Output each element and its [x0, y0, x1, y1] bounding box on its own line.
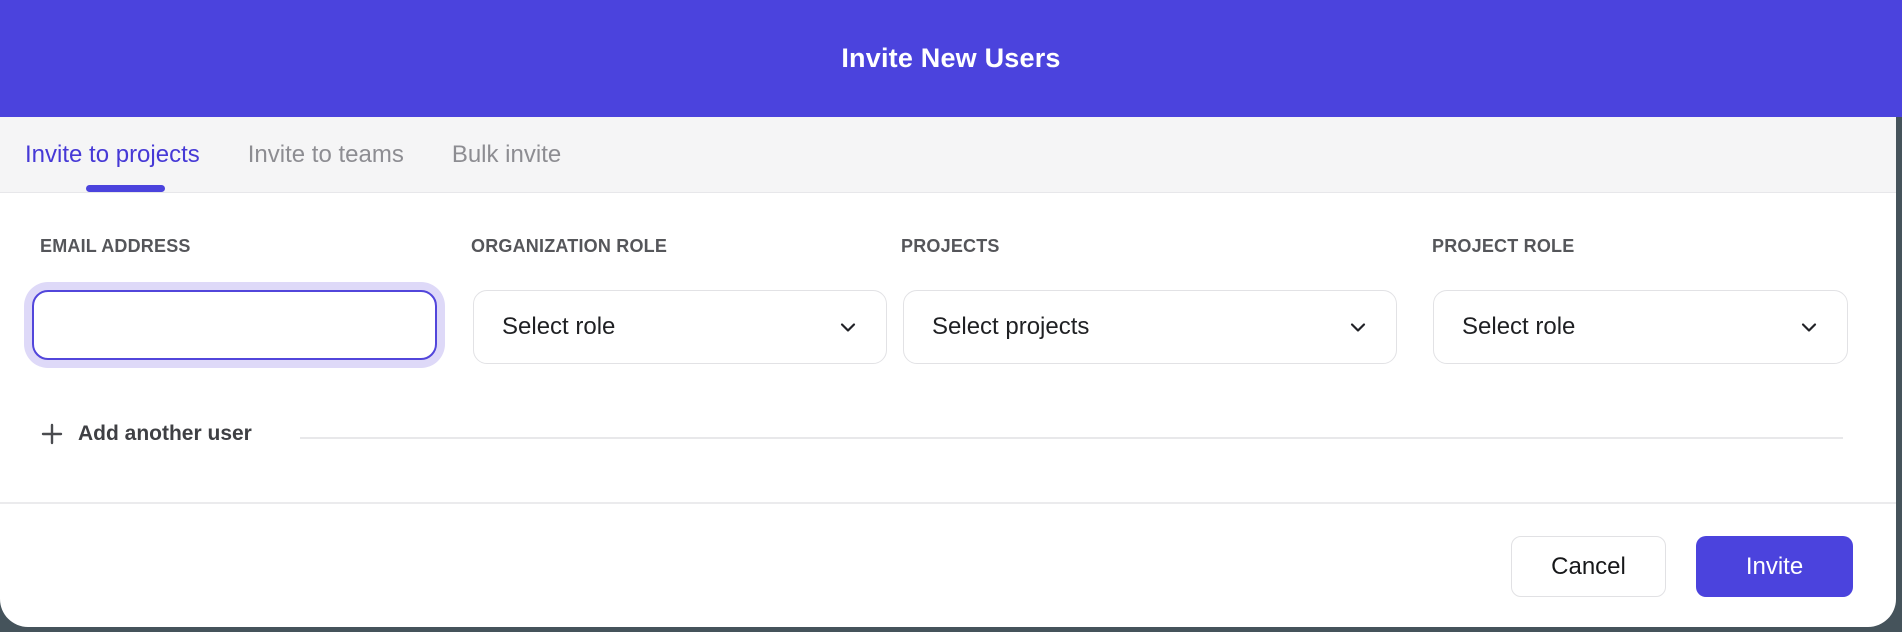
cancel-button[interactable]: Cancel	[1511, 536, 1666, 597]
modal-backdrop: Invite to projects Invite to teams Bulk …	[0, 0, 1902, 632]
dialog-header: Invite New Users	[0, 0, 1902, 117]
project-role-value: Select role	[1462, 313, 1575, 341]
organization-role-value: Select role	[502, 313, 615, 341]
chevron-down-icon	[836, 315, 860, 339]
organization-role-label: ORGANIZATION ROLE	[471, 236, 667, 257]
active-tab-indicator	[86, 185, 165, 192]
projects-value: Select projects	[932, 313, 1089, 341]
add-another-user-label: Add another user	[78, 422, 252, 446]
tab-invite-to-projects[interactable]: Invite to projects	[25, 141, 200, 169]
email-field-focus-ring	[24, 282, 445, 368]
tab-invite-to-teams[interactable]: Invite to teams	[248, 141, 404, 169]
dialog-title: Invite New Users	[841, 43, 1060, 74]
chevron-down-icon	[1797, 315, 1821, 339]
row-divider-line	[300, 437, 1843, 439]
add-another-user-button[interactable]: Add another user	[40, 422, 252, 446]
organization-role-select[interactable]: Select role	[473, 290, 887, 364]
invite-button[interactable]: Invite	[1696, 536, 1853, 597]
footer-divider	[0, 502, 1896, 504]
chevron-down-icon	[1346, 315, 1370, 339]
project-role-label: PROJECT ROLE	[1432, 236, 1574, 257]
plus-icon	[40, 422, 64, 446]
tab-bulk-invite[interactable]: Bulk invite	[452, 141, 561, 169]
projects-label: PROJECTS	[901, 236, 1000, 257]
projects-select[interactable]: Select projects	[903, 290, 1397, 364]
email-input[interactable]	[32, 290, 437, 360]
email-address-label: EMAIL ADDRESS	[40, 236, 191, 257]
tab-bar: Invite to projects Invite to teams Bulk …	[0, 117, 1896, 193]
project-role-select[interactable]: Select role	[1433, 290, 1848, 364]
